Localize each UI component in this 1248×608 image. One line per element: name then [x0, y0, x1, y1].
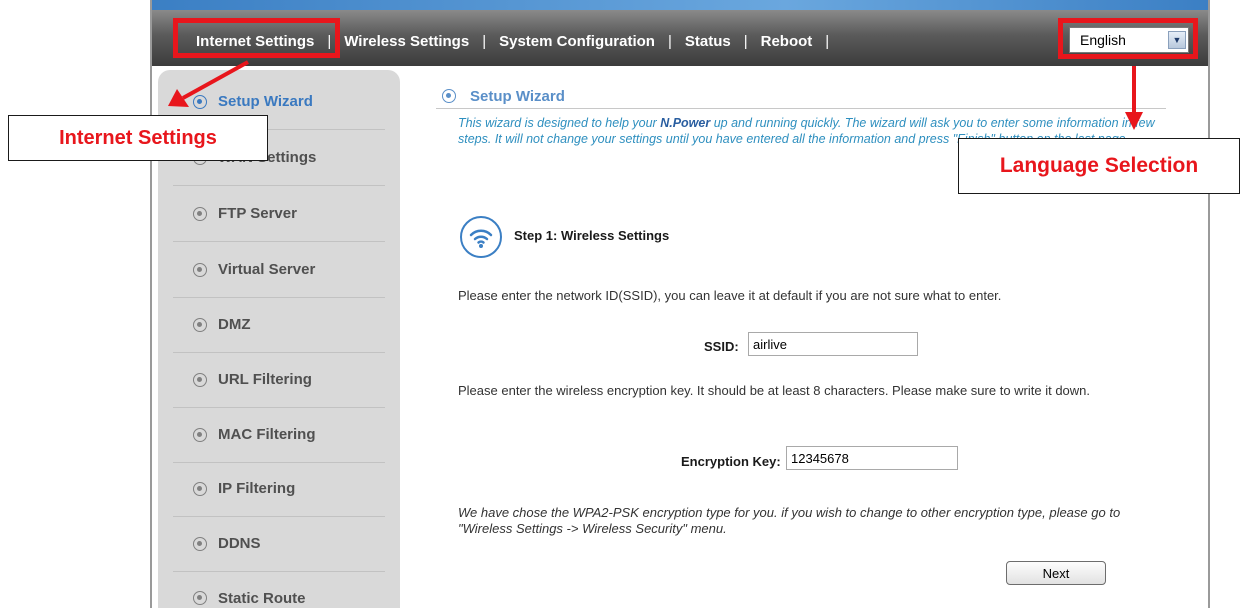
sidebar-item-mac-filtering[interactable]: MAC Filtering [173, 407, 385, 463]
title-divider [436, 108, 1166, 109]
sidebar-item-label: IP Filtering [218, 480, 296, 497]
radio-bullet-icon [193, 591, 207, 605]
key-prompt-text: Please enter the wireless encryption key… [458, 383, 1091, 398]
nav-wireless-settings[interactable]: Wireless Settings [344, 33, 469, 50]
radio-bullet-icon [193, 262, 207, 277]
encryption-note-text: We have chose the WPA2-PSK encryption ty… [458, 505, 1121, 536]
radio-bullet-icon [193, 372, 207, 387]
radio-bullet-icon [193, 536, 207, 551]
ssid-prompt-text: Please enter the network ID(SSID), you c… [458, 288, 1002, 303]
next-button[interactable]: Next [1006, 561, 1106, 585]
sidebar-item-label: URL Filtering [218, 371, 312, 388]
radio-bullet-icon [193, 481, 207, 496]
page-title: Setup Wizard [442, 86, 565, 106]
ssid-label: SSID: [704, 339, 739, 354]
wifi-icon [460, 216, 502, 258]
nav-separator: | [743, 32, 748, 50]
sidebar-item-label: DMZ [218, 316, 251, 333]
nav-status[interactable]: Status [685, 33, 731, 50]
sidebar-item-label: Static Route [218, 589, 306, 607]
sidebar-item-label: FTP Server [218, 205, 297, 222]
nav-reboot[interactable]: Reboot [761, 33, 813, 50]
ssid-input[interactable] [748, 332, 918, 356]
radio-bullet-icon [193, 94, 207, 109]
sidebar-item-ddns[interactable]: DDNS [173, 516, 385, 572]
language-selection-callout: Language Selection [958, 138, 1240, 194]
sidebar-item-url-filtering[interactable]: URL Filtering [173, 352, 385, 408]
sidebar-item-virtual-server[interactable]: Virtual Server [173, 242, 385, 298]
radio-bullet-icon [442, 89, 456, 103]
sidebar-item-ftp-server[interactable]: FTP Server [173, 186, 385, 242]
nav-system-configuration[interactable]: System Configuration [499, 33, 655, 50]
nav-separator: | [482, 32, 487, 50]
sidebar-item-label: Virtual Server [218, 261, 316, 278]
sidebar-item-dmz[interactable]: DMZ [173, 297, 385, 353]
sidebar-item-label: MAC Filtering [218, 426, 316, 443]
encryption-key-input[interactable] [786, 446, 958, 470]
sidebar-item-label: Setup Wizard [218, 93, 313, 110]
step-name: Wireless Settings [560, 228, 670, 243]
top-accent-strip [152, 0, 1208, 10]
internet-settings-callout: Internet Settings [8, 115, 268, 161]
encryption-key-label: Encryption Key: [681, 454, 781, 469]
language-highlight-box [1058, 18, 1198, 59]
nav-separator: | [667, 32, 672, 50]
step-number: Step 1: [514, 228, 558, 243]
internet-settings-highlight-box [173, 18, 340, 58]
sidebar-item-label: DDNS [218, 535, 261, 552]
nav-separator: | [825, 32, 830, 50]
page-title-text: Setup Wizard [470, 87, 565, 105]
radio-bullet-icon [193, 427, 207, 442]
intro-text-start: This wizard is designed to help your [458, 116, 657, 130]
sidebar-item-static-route[interactable]: Static Route [173, 570, 385, 608]
sidebar-item-ip-filtering[interactable]: IP Filtering [173, 461, 385, 517]
radio-bullet-icon [193, 317, 207, 332]
radio-bullet-icon [193, 206, 207, 221]
step-title: Step 1: Wireless Settings [514, 228, 669, 243]
brand-name: N.Power [660, 116, 711, 130]
